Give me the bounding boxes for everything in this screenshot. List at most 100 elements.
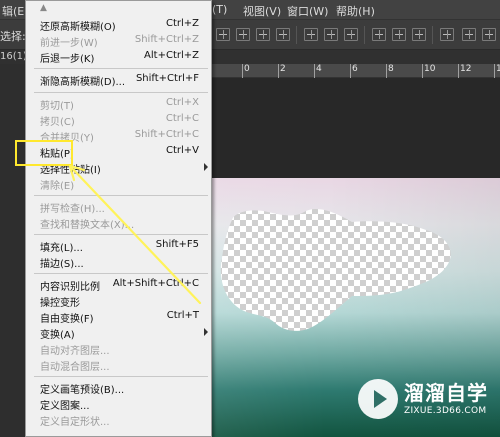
menu-window[interactable]: 窗口(W) [287,3,328,19]
menu-item-copy[interactable]: 拷贝(C) Ctrl+C [26,112,211,128]
menu-item-step-forward[interactable]: 前进一步(W) Shift+Ctrl+Z [26,33,211,49]
menu-item-label: 自动混合图层... [40,362,110,373]
play-logo-icon [358,379,398,419]
ruler-tick [494,64,495,78]
align-left-icon[interactable] [276,28,290,41]
menu-item-label: 操控变形 [40,298,80,309]
submenu-arrow-icon [204,328,208,336]
distribute-left-icon[interactable] [372,28,386,41]
menu-item-define-pattern[interactable]: 定义图案... [26,396,211,412]
menu-item-shortcut: Shift+F5 [155,239,199,250]
menu-item-auto-blend-layers[interactable]: 自动混合图层... [26,357,211,373]
menu-scroll-up-icon[interactable]: ▲ [40,3,47,13]
menu-item-define-brush-preset[interactable]: 定义画笔预设(B)... [26,380,211,396]
submenu-arrow-icon [204,163,208,171]
menu-item-shortcut: Ctrl+C [165,113,199,124]
horizontal-ruler[interactable]: 0 2 4 6 8 10 12 14 [210,64,500,78]
menu-item-label: 变换(A) [40,330,75,341]
menu-item-label: 内容识别比例 [40,282,100,293]
menu-item-label: 渐隐高斯模糊(D)... [40,77,126,88]
options-label: 选择: [0,30,26,43]
3d-mode-icon[interactable] [462,28,476,41]
ruler-label: 4 [316,64,322,74]
distribute-bottom-icon[interactable] [344,28,358,41]
toolbar-divider [296,26,297,44]
menu-separator [34,92,208,93]
ruler-tick [386,64,387,78]
menu-item-label: 定义自定形状... [40,417,110,428]
menu-help[interactable]: 帮助(H) [336,3,375,19]
ruler-tick [422,64,423,78]
menu-item-label: 还原高斯模糊(O) [40,22,116,33]
distribute-right-icon[interactable] [412,28,426,41]
menu-separator [34,376,208,377]
distribute-hcenter-icon[interactable] [392,28,406,41]
menu-item-label: 后退一步(K) [40,54,95,65]
ruler-tick [278,64,279,78]
align-bottom-icon[interactable] [256,28,270,41]
watermark-site: ZIXUE.3D66.COM [404,406,487,416]
menu-item-undo-gaussian-blur[interactable]: 还原高斯模糊(O) Ctrl+Z [26,17,211,33]
menu-item-cut[interactable]: 剪切(T) Ctrl+X [26,96,211,112]
menu-item-label: 拼写检查(H)... [40,204,105,215]
menu-item-label: 定义图案... [40,401,90,412]
menu-item-label: 剪切(T) [40,101,74,112]
ruler-label: 12 [460,64,472,74]
menu-item-fill[interactable]: 填充(L)... Shift+F5 [26,238,211,254]
menu-item-check-spelling[interactable]: 拼写检查(H)... [26,199,211,215]
menu-item-shortcut: Shift+Ctrl+Z [134,34,199,45]
menu-item-label: 查找和替换文本(X)... [40,220,135,231]
menu-item-puppet-warp[interactable]: 操控变形 [26,293,211,309]
menu-separator [34,68,208,69]
auto-align-icon[interactable] [440,28,454,41]
distribute-top-icon[interactable] [304,28,318,41]
menu-item-step-backward[interactable]: 后退一步(K) Alt+Ctrl+Z [26,49,211,65]
menu-item-label: 拷贝(C) [40,117,75,128]
menu-item-content-aware-scale[interactable]: 内容识别比例 Alt+Shift+Ctrl+C [26,277,211,293]
ruler-label: 6 [352,64,358,74]
menu-separator [34,234,208,235]
menu-item-label: 定义画笔预设(B)... [40,385,125,396]
menu-filter[interactable]: (T) [212,3,227,16]
menu-item-label: 清除(E) [40,181,75,192]
menu-item-stroke[interactable]: 描边(S)... [26,254,211,270]
ruler-tick [350,64,351,78]
menu-item-label: 前进一步(W) [40,38,98,49]
menu-item-auto-align-layers[interactable]: 自动对齐图层... [26,341,211,357]
menu-item-fade-gaussian-blur[interactable]: 渐隐高斯模糊(D)... Shift+Ctrl+F [26,72,211,88]
menu-item-label: 自动对齐图层... [40,346,110,357]
menu-item-transform[interactable]: 变换(A) [26,325,211,341]
toolbar-divider [432,26,433,44]
ruler-label: 14 [496,64,500,74]
menu-item-shortcut: Alt+Shift+Ctrl+C [112,278,199,289]
canvas-background [210,78,500,178]
ruler-label: 10 [424,64,436,74]
ruler-label: 0 [244,64,250,74]
menu-item-shortcut: Shift+Ctrl+F [135,73,199,84]
ruler-label: 2 [280,64,286,74]
menu-item-clear[interactable]: 清除(E) [26,176,211,192]
menu-item-define-custom-shape[interactable]: 定义自定形状... [26,412,211,428]
ruler-tick [458,64,459,78]
ruler-tick [242,64,243,78]
menu-item-shortcut: Ctrl+X [165,97,199,108]
menu-item-shortcut: Shift+Ctrl+C [134,129,199,140]
distribute-vcenter-icon[interactable] [324,28,338,41]
3d-orbit-icon[interactable] [482,28,496,41]
menu-separator [34,273,208,274]
toolbar-divider [364,26,365,44]
watermark: 溜溜自学 ZIXUE.3D66.COM [358,375,494,427]
tools-panel [0,64,26,437]
menu-item-shortcut: Ctrl+Z [165,18,199,29]
menu-item-label: 描边(S)... [40,259,84,270]
menu-item-shortcut: Ctrl+V [165,145,199,156]
watermark-brand: 溜溜自学 [404,381,488,405]
menu-view[interactable]: 视图(V) [243,3,281,19]
align-top-icon[interactable] [216,28,230,41]
align-vcenter-icon[interactable] [236,28,250,41]
ruler-label: 8 [388,64,394,74]
menu-item-find-replace-text[interactable]: 查找和替换文本(X)... [26,215,211,231]
edit-menu: ▲ 还原高斯模糊(O) Ctrl+Z 前进一步(W) Shift+Ctrl+Z … [25,0,212,437]
menu-item-free-transform[interactable]: 自由变换(F) Ctrl+T [26,309,211,325]
menu-item-label: 自由变换(F) [40,314,94,325]
